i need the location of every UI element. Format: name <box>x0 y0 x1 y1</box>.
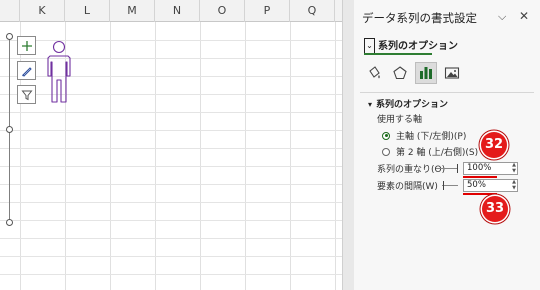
chart-styles-button[interactable] <box>17 61 36 80</box>
grid-line <box>0 166 342 167</box>
size-properties-icon <box>444 67 460 79</box>
grid-line <box>0 148 342 149</box>
radio-button-selected[interactable] <box>382 131 390 140</box>
grid-line <box>0 112 342 113</box>
spin-arrows-icon[interactable]: ▲ ▼ <box>512 179 516 191</box>
primary-axis-label: 主軸 (下/左側)(P) <box>396 132 467 142</box>
column-header-k[interactable]: K <box>20 0 65 22</box>
gap-width-slider[interactable] <box>442 185 458 186</box>
column-header-o[interactable]: O <box>200 0 245 22</box>
resize-handle-top[interactable] <box>6 33 13 40</box>
chart-filters-icon <box>20 90 33 100</box>
grid-line <box>0 274 342 275</box>
primary-axis-option[interactable]: 主軸 (下/左側)(P) <box>382 129 466 142</box>
grid-line <box>0 256 342 257</box>
series-overlap-input[interactable]: 100% ▲ ▼ <box>463 162 518 175</box>
chart-filters-button[interactable] <box>17 85 36 104</box>
secondary-axis-option[interactable]: 第 2 軸 (上/右側)(S) <box>382 145 478 158</box>
tab-fill-line[interactable] <box>363 62 385 84</box>
plot-axis-label: 使用する軸 <box>377 115 423 125</box>
pane-title: データ系列の書式設定 <box>362 11 477 25</box>
tab-effects[interactable] <box>389 62 411 84</box>
grid-line <box>0 184 342 185</box>
series-overlap-value: 100% <box>467 163 492 173</box>
worksheet-area[interactable]: K L M N O P Q <box>0 0 342 290</box>
column-header-n[interactable]: N <box>155 0 200 22</box>
grid-line <box>0 202 342 203</box>
highlight-underline <box>463 176 497 178</box>
series-overlap-slider[interactable] <box>436 168 458 169</box>
pane-splitter[interactable] <box>342 0 354 290</box>
grid-line <box>200 22 201 290</box>
close-icon[interactable]: ✕ <box>519 9 529 23</box>
dropdown-underline <box>364 53 432 55</box>
grid-line <box>290 22 291 290</box>
tab-series-options[interactable] <box>415 62 437 84</box>
column-header-m[interactable]: M <box>110 0 155 22</box>
grid-line <box>0 130 342 131</box>
gap-width-slider-thumb[interactable] <box>443 181 444 190</box>
column-header-partial[interactable] <box>0 0 20 22</box>
tab-size-properties[interactable] <box>441 62 463 84</box>
chart-elements-button[interactable] <box>17 36 36 55</box>
chart-elements-icon <box>21 40 32 51</box>
column-header-row: K L M N O P Q <box>0 0 342 22</box>
grid-line <box>0 238 342 239</box>
column-header-q[interactable]: Q <box>290 0 335 22</box>
series-overlap-slider-thumb[interactable] <box>457 164 458 173</box>
chart-styles-icon <box>21 66 32 77</box>
gap-width-value: 50% <box>467 180 486 190</box>
grid-line <box>155 22 156 290</box>
person-icon[interactable] <box>42 40 76 104</box>
series-options-dropdown-label: 系列のオプション <box>378 41 458 52</box>
series-options-icon <box>420 67 432 79</box>
resize-handle-middle[interactable] <box>6 126 13 133</box>
annotation-badge-32: 32 <box>481 132 507 158</box>
chevron-down-icon: ▾ <box>368 100 373 109</box>
fill-line-icon <box>369 66 380 79</box>
radio-button[interactable] <box>382 147 390 156</box>
format-data-series-pane: データ系列の書式設定 ⌵ ✕ ⌄ 系列のオプション ▾ 系列のオプション 使用す… <box>354 0 540 290</box>
spin-arrows-icon[interactable]: ▲ ▼ <box>512 162 516 174</box>
section-title: 系列のオプション <box>376 100 449 110</box>
column-header-p[interactable]: P <box>245 0 290 22</box>
gap-width-label: 要素の間隔(W) <box>377 182 438 192</box>
annotation-badge-33: 33 <box>482 196 508 222</box>
grid-line <box>245 22 246 290</box>
secondary-axis-label: 第 2 軸 (上/右側)(S) <box>396 148 479 158</box>
resize-handle-bottom[interactable] <box>6 219 13 226</box>
grid-line <box>335 22 336 290</box>
effects-icon <box>393 66 407 80</box>
series-options-dropdown[interactable]: ⌄ 系列のオプション <box>364 37 458 54</box>
grid-line <box>0 220 342 221</box>
highlight-underline <box>463 193 497 195</box>
series-overlap-label: 系列の重なり(O) <box>377 165 446 175</box>
grid-line <box>110 22 111 290</box>
divider <box>360 92 534 93</box>
chevron-down-icon[interactable]: ⌵ <box>498 10 506 24</box>
section-header-series-options[interactable]: ▾ 系列のオプション <box>368 97 448 110</box>
chevron-down-icon: ⌄ <box>364 38 375 54</box>
column-header-l[interactable]: L <box>65 0 110 22</box>
gap-width-input[interactable]: 50% ▲ ▼ <box>463 179 518 192</box>
